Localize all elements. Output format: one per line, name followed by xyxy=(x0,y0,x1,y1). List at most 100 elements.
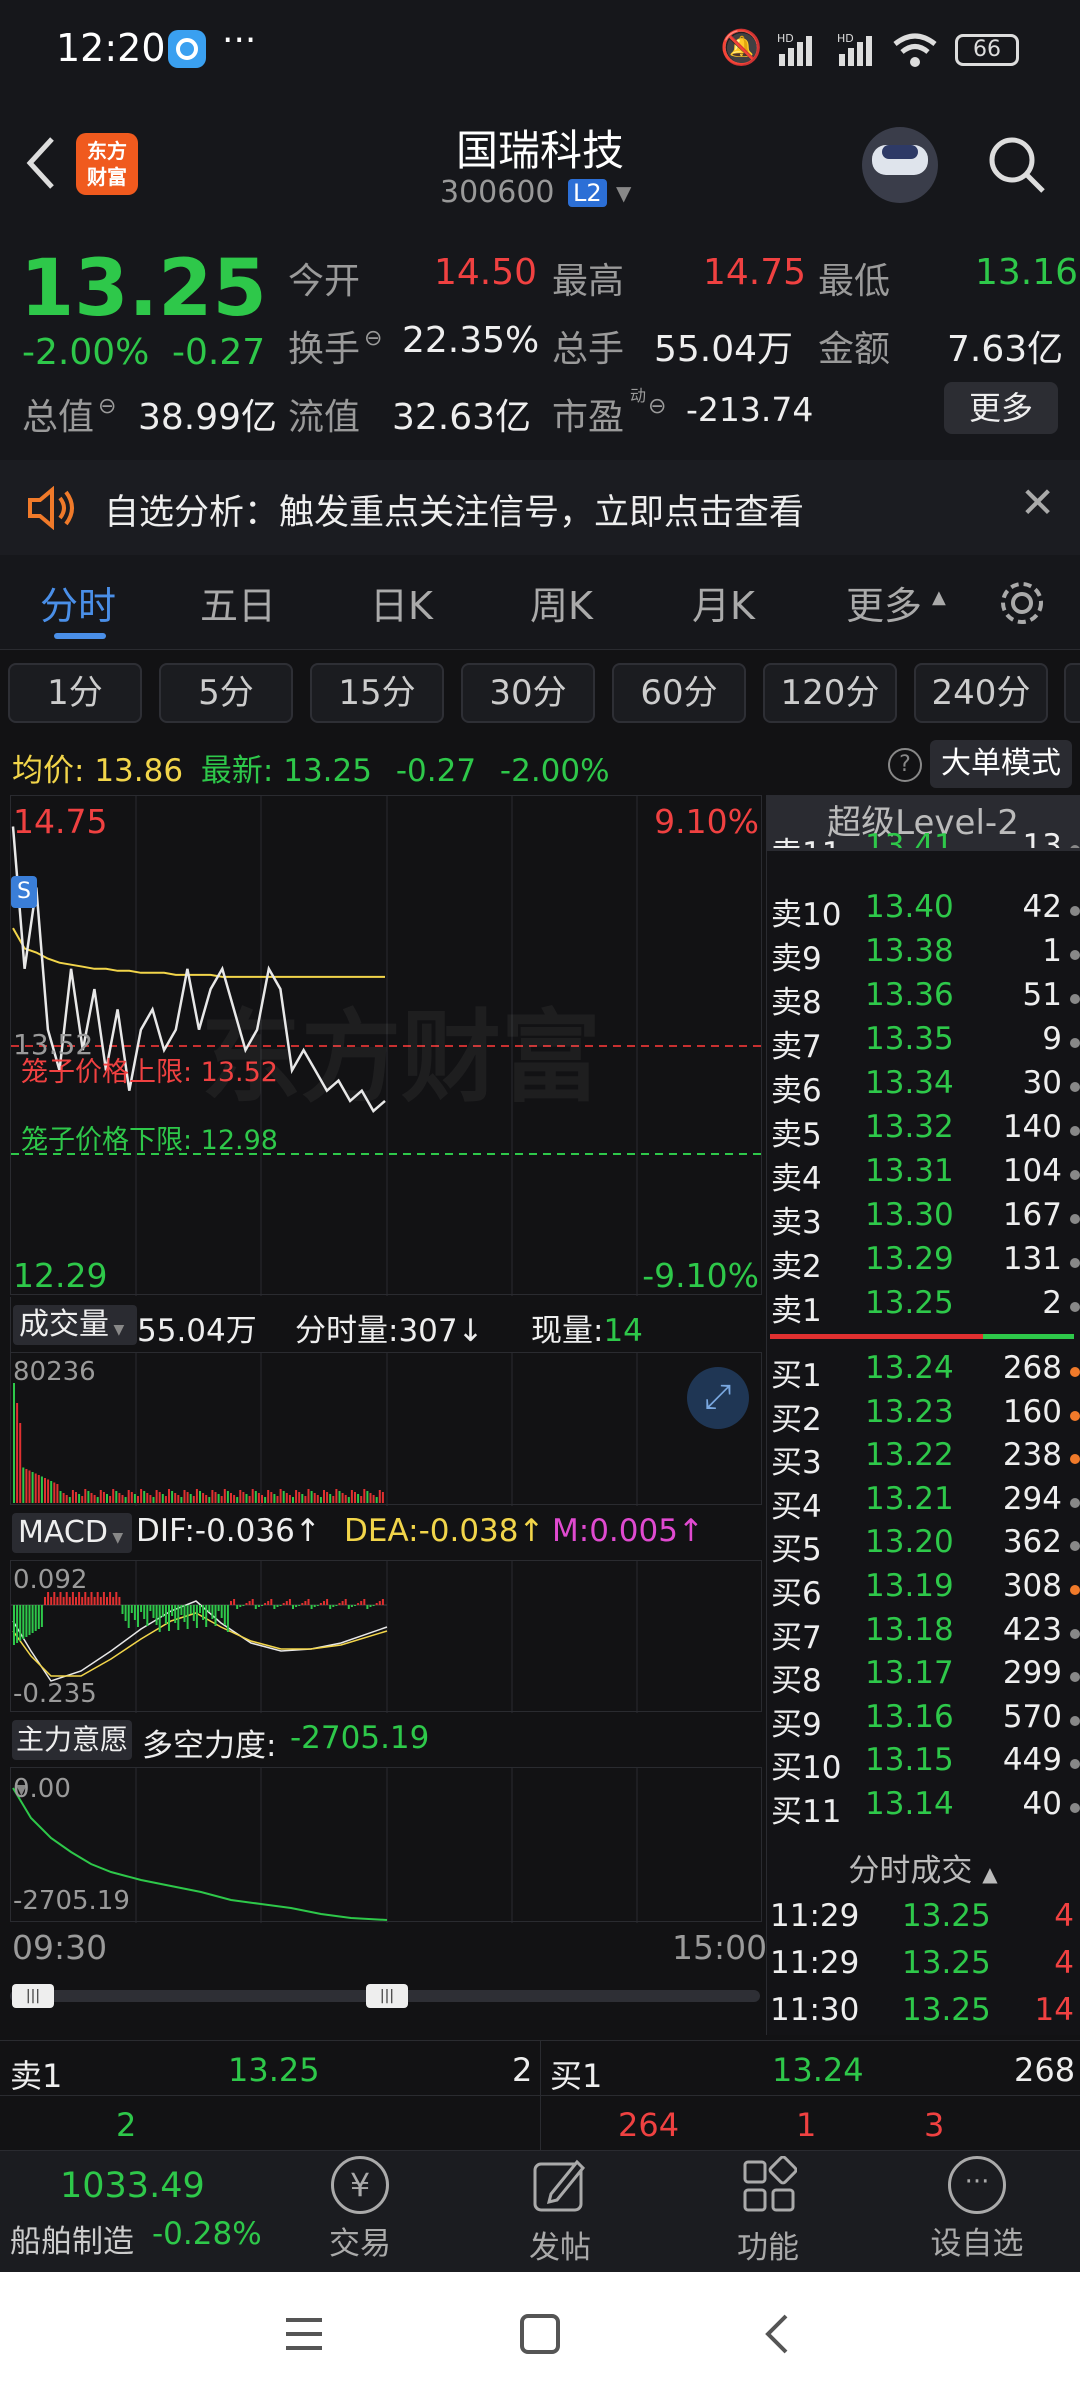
period-60min[interactable]: 60分 xyxy=(612,663,746,723)
period-1min[interactable]: 1分 xyxy=(8,663,142,723)
bid-row[interactable]: 买5 13.20 362 xyxy=(768,1524,1080,1568)
tab-five-day[interactable]: 五日 xyxy=(200,575,276,630)
search-icon[interactable] xyxy=(985,133,1049,201)
macd-bar xyxy=(186,1605,189,1629)
bid-dot xyxy=(1070,1803,1080,1813)
sector-index-pct[interactable]: -0.28% xyxy=(152,2216,262,2252)
bid-level-label: 买5 xyxy=(771,1532,822,1569)
info-icon[interactable]: ⊖ xyxy=(364,326,382,351)
bid-dot xyxy=(1070,1454,1080,1465)
macd-bar xyxy=(242,1605,245,1606)
bid-row[interactable]: 买7 13.18 423 xyxy=(768,1612,1080,1656)
chevron-down-icon[interactable]: ▼ xyxy=(616,181,631,205)
signal-notice[interactable]: 自选分析：触发重点关注信号，立即点击查看 ✕ xyxy=(0,460,1080,555)
more-button[interactable]: 更多 xyxy=(944,382,1058,434)
macd-chart[interactable]: 0.092 -0.235 xyxy=(10,1560,762,1713)
ask-row[interactable]: 卖7 13.35 9 xyxy=(768,1021,1080,1065)
bid-row[interactable]: 买9 13.16 570 xyxy=(768,1699,1080,1743)
macd-bar xyxy=(56,1597,59,1605)
volume-chart[interactable]: 80236 ⤢ xyxy=(10,1352,762,1506)
last-label: 最新: xyxy=(200,753,274,789)
robot-assistant-icon[interactable] xyxy=(862,127,938,203)
volume-bar xyxy=(205,1495,208,1503)
bid-level-label: 买4 xyxy=(771,1488,822,1525)
volume-bar xyxy=(180,1497,183,1503)
main-force-select[interactable]: 主力意愿 ▼ xyxy=(12,1720,132,1798)
tick-time: 11:29 xyxy=(770,1898,860,1934)
macd-bar xyxy=(292,1605,294,1609)
ask-row[interactable]: 卖9 13.38 1 xyxy=(768,933,1080,977)
bid-row[interactable]: 买11 13.14 40 xyxy=(768,1786,1080,1830)
add-favorite-nav-item[interactable]: ··· 设自选 xyxy=(922,2156,1032,2263)
menu-icon[interactable] xyxy=(282,2312,326,2360)
tab-daily-k[interactable]: 日K xyxy=(370,575,433,630)
bid-row[interactable]: 买2 13.23 160 xyxy=(768,1394,1080,1438)
function-nav-item[interactable]: 功能 xyxy=(728,2155,808,2267)
volume-bar xyxy=(47,1479,50,1503)
price-chart[interactable]: 东方财富 14.75 9.10% 13.52 笼子价格上限: 13.52 笼子价… xyxy=(10,795,763,1296)
ask-volume: 42 xyxy=(1022,889,1062,925)
post-nav-item[interactable]: 发帖 xyxy=(520,2156,600,2267)
turnover-value: 22.35% xyxy=(402,320,540,361)
macd-bar xyxy=(295,1605,298,1607)
bid-row[interactable]: 买1 13.24 268 xyxy=(768,1350,1080,1394)
ask-row[interactable]: 卖5 13.32 140 xyxy=(768,1109,1080,1153)
scroll-handle-right[interactable]: ||| xyxy=(366,1984,408,2008)
ask-row[interactable]: 卖10 13.40 42 xyxy=(768,889,1080,933)
bid-row[interactable]: 买6 13.19 308 xyxy=(768,1568,1080,1612)
big-order-mode-button[interactable]: 大单模式 xyxy=(930,740,1072,788)
volume-indicator-select[interactable]: 成交量 ▼ xyxy=(13,1305,137,1345)
tab-more[interactable]: 更多 xyxy=(846,575,922,630)
sector-index-name[interactable]: 船舶制造 xyxy=(10,2216,134,2261)
macd-bar xyxy=(217,1605,220,1611)
bid-row[interactable]: 买8 13.17 299 xyxy=(768,1655,1080,1699)
expand-icon[interactable]: ⤢ xyxy=(687,1367,749,1429)
level2-badge[interactable]: L2 xyxy=(568,179,607,207)
ask-row[interactable]: 卖11 13.41 13 xyxy=(768,828,1080,848)
period-240min[interactable]: 240分 xyxy=(914,663,1048,723)
help-icon[interactable]: ? xyxy=(888,748,922,782)
ticks-title[interactable]: 分时成交 ▲ xyxy=(766,1845,1080,1897)
bid-row[interactable]: 买10 13.15 449 xyxy=(768,1742,1080,1786)
sector-index-value[interactable]: 1033.49 xyxy=(60,2166,205,2206)
s-marker-icon[interactable]: S xyxy=(11,876,37,908)
info-icon[interactable]: ⊖ xyxy=(648,394,666,419)
tab-monthly-k[interactable]: 月K xyxy=(692,575,755,630)
macd-bar xyxy=(168,1605,170,1631)
trade-nav-item[interactable]: ¥ 交易 xyxy=(320,2156,400,2263)
chevron-up-icon[interactable]: ▲ xyxy=(932,587,946,608)
main-force-chart[interactable]: 0.00 -2705.19 xyxy=(10,1767,762,1923)
close-icon[interactable]: ✕ xyxy=(1020,478,1055,527)
macd-bar xyxy=(112,1597,115,1605)
period-more[interactable] xyxy=(1064,663,1080,723)
period-5min[interactable]: 5分 xyxy=(159,663,293,723)
bid-row[interactable]: 买4 13.21 294 xyxy=(768,1481,1080,1525)
macd-bar xyxy=(220,1605,223,1618)
scroll-handle-left[interactable]: ||| xyxy=(12,1984,54,2008)
ask-row[interactable]: 卖6 13.34 30 xyxy=(768,1065,1080,1109)
macd-bar xyxy=(285,1601,288,1605)
wifi-icon xyxy=(890,30,940,74)
ask-row[interactable]: 卖2 13.29 131 xyxy=(768,1241,1080,1285)
bid-row[interactable]: 买3 13.22 238 xyxy=(768,1437,1080,1481)
period-30min[interactable]: 30分 xyxy=(461,663,595,723)
macd-bar xyxy=(25,1605,28,1637)
back-nav-icon[interactable] xyxy=(756,2312,800,2360)
ask-row[interactable]: 卖1 13.25 2 xyxy=(768,1285,1080,1329)
tab-weekly-k[interactable]: 周K xyxy=(530,575,593,630)
period-selector: 1分 5分 15分 30分 60分 120分 240分 xyxy=(0,655,1080,730)
ask-row[interactable]: 卖4 13.31 104 xyxy=(768,1153,1080,1197)
macd-bar xyxy=(316,1605,319,1606)
period-15min[interactable]: 15分 xyxy=(310,663,444,723)
volume-bar xyxy=(137,1496,139,1503)
ask-row[interactable]: 卖3 13.30 167 xyxy=(768,1197,1080,1241)
system-nav-bar xyxy=(0,2272,1080,2400)
macd-bar xyxy=(205,1605,208,1627)
ask-row[interactable]: 卖8 13.36 51 xyxy=(768,977,1080,1021)
macd-indicator-select[interactable]: MACD ▼ xyxy=(12,1513,132,1553)
period-120min[interactable]: 120分 xyxy=(763,663,897,723)
gear-icon[interactable] xyxy=(996,577,1048,633)
tab-intraday[interactable]: 分时 xyxy=(40,575,116,630)
home-icon[interactable] xyxy=(518,2312,562,2360)
info-icon[interactable]: ⊖ xyxy=(98,394,116,419)
